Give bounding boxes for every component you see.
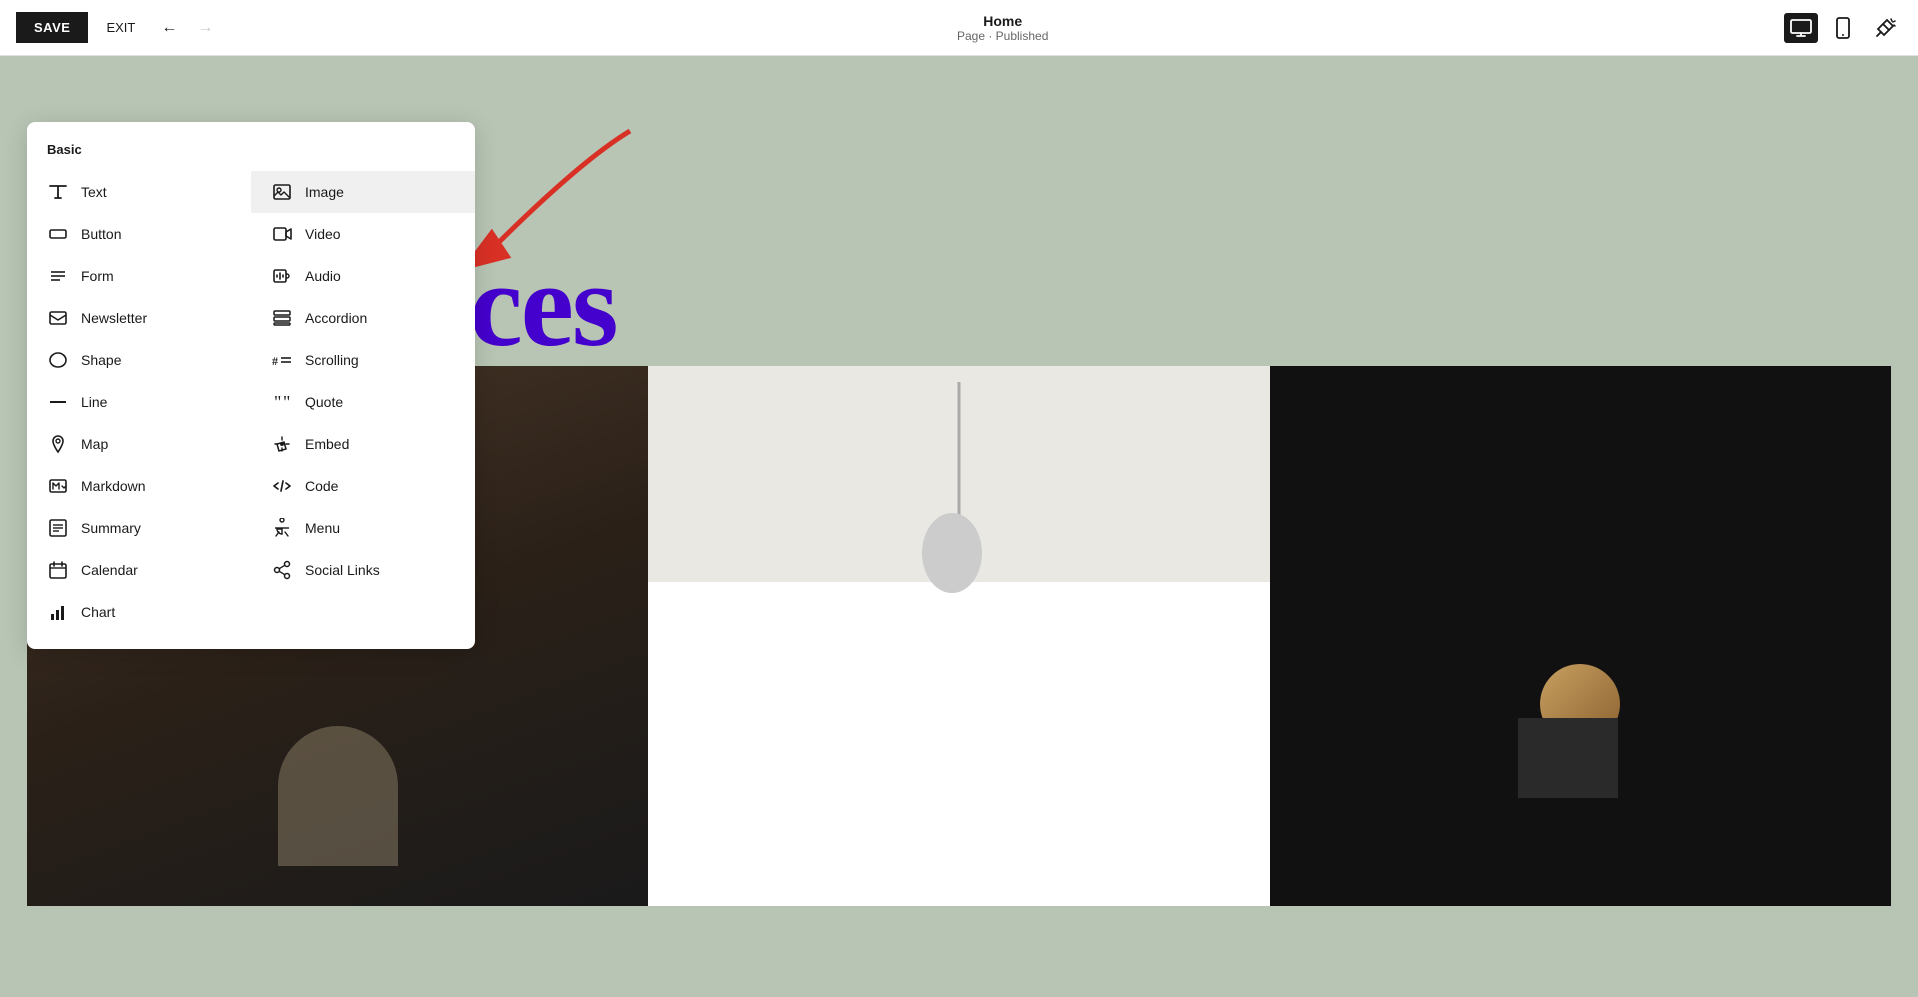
panel-item-form-label: Form (81, 268, 114, 284)
panel-item-code[interactable]: Code (251, 465, 475, 507)
panel-right-column: Image Video Audio (251, 171, 475, 633)
svg-text:#: # (272, 354, 278, 368)
panel-item-social-links[interactable]: Social Links (251, 549, 475, 591)
panel-item-text-label: Text (81, 184, 107, 200)
text-icon (47, 181, 69, 203)
quote-icon: "" (271, 391, 293, 413)
newsletter-icon (47, 307, 69, 329)
panel-item-line-label: Line (81, 394, 107, 410)
panel-item-social-links-label: Social Links (305, 562, 380, 578)
panel-item-quote[interactable]: "" Quote (251, 381, 475, 423)
panel-item-audio-label: Audio (305, 268, 341, 284)
summary-icon (47, 517, 69, 539)
markdown-icon (47, 475, 69, 497)
scrolling-icon: # (271, 349, 293, 371)
panel-item-video[interactable]: Video (251, 213, 475, 255)
toolbar: SAVE EXIT ← → Home Page · Published (0, 0, 1918, 56)
canvas: vices Basic (0, 56, 1918, 997)
redo-button[interactable]: → (189, 13, 221, 43)
panel-item-quote-label: Quote (305, 394, 343, 410)
panel-item-newsletter-label: Newsletter (81, 310, 147, 326)
map-icon (47, 433, 69, 455)
social-links-icon (271, 559, 293, 581)
panel-item-scrolling[interactable]: # Scrolling (251, 339, 475, 381)
panel-item-menu[interactable]: Menu (251, 507, 475, 549)
panel-item-accordion[interactable]: Accordion (251, 297, 475, 339)
toolbar-icons (1784, 11, 1902, 45)
panel-item-menu-label: Menu (305, 520, 340, 536)
panel-item-code-label: Code (305, 478, 338, 494)
code-icon (271, 475, 293, 497)
panel-item-audio[interactable]: Audio (251, 255, 475, 297)
audio-icon (271, 265, 293, 287)
save-button[interactable]: SAVE (16, 12, 88, 43)
panel-item-map-label: Map (81, 436, 108, 452)
menu-icon (271, 517, 293, 539)
panel-item-scrolling-label: Scrolling (305, 352, 359, 368)
line-icon (47, 391, 69, 413)
panel-left-column: Text Button Form (27, 171, 251, 633)
panel-item-accordion-label: Accordion (305, 310, 367, 326)
panel-item-markdown[interactable]: Markdown (27, 465, 251, 507)
undo-redo-group: ← → (153, 13, 221, 43)
panel-item-markdown-label: Markdown (81, 478, 146, 494)
button-icon (47, 223, 69, 245)
shape-icon (47, 349, 69, 371)
panel-item-summary[interactable]: Summary (27, 507, 251, 549)
video-icon (271, 223, 293, 245)
panel-section-title: Basic (27, 142, 475, 171)
panel-item-button-label: Button (81, 226, 121, 242)
magic-wand-icon (1874, 17, 1896, 39)
panel-item-image-label: Image (305, 184, 344, 200)
exit-button[interactable]: EXIT (96, 12, 145, 43)
svg-text:": " (283, 392, 290, 412)
panel-item-summary-label: Summary (81, 520, 141, 536)
canvas-image-3 (1270, 366, 1891, 906)
canvas-image-2 (648, 366, 1269, 906)
mobile-view-button[interactable] (1830, 11, 1856, 45)
panel-item-shape-label: Shape (81, 352, 121, 368)
calendar-icon (47, 559, 69, 581)
page-info: Home Page · Published (229, 13, 1776, 43)
panel-item-image[interactable]: Image (251, 171, 475, 213)
panel-item-form[interactable]: Form (27, 255, 251, 297)
panel-item-video-label: Video (305, 226, 341, 242)
panel-item-newsletter[interactable]: Newsletter (27, 297, 251, 339)
panel-item-line[interactable]: Line (27, 381, 251, 423)
panel-item-calendar-label: Calendar (81, 562, 138, 578)
desktop-icon (1790, 19, 1812, 37)
panel-item-embed-label: Embed (305, 436, 349, 452)
panel-item-chart[interactable]: Chart (27, 591, 251, 633)
form-icon (47, 265, 69, 287)
embed-icon (271, 433, 293, 455)
panel-item-shape[interactable]: Shape (27, 339, 251, 381)
page-title: Home (229, 13, 1776, 29)
panel-item-calendar[interactable]: Calendar (27, 549, 251, 591)
panel-grid: Text Button Form (27, 171, 475, 633)
block-picker-panel: Basic Text Button (27, 122, 475, 649)
panel-item-button[interactable]: Button (27, 213, 251, 255)
chart-icon (47, 601, 69, 623)
desktop-view-button[interactable] (1784, 13, 1818, 43)
image-icon (271, 181, 293, 203)
svg-text:": " (274, 392, 281, 412)
undo-button[interactable]: ← (153, 13, 185, 43)
panel-item-map[interactable]: Map (27, 423, 251, 465)
magic-wand-button[interactable] (1868, 11, 1902, 45)
page-status: Page · Published (229, 29, 1776, 43)
accordion-icon (271, 307, 293, 329)
panel-item-embed[interactable]: Embed (251, 423, 475, 465)
panel-item-text[interactable]: Text (27, 171, 251, 213)
mobile-icon (1836, 17, 1850, 39)
panel-item-chart-label: Chart (81, 604, 115, 620)
